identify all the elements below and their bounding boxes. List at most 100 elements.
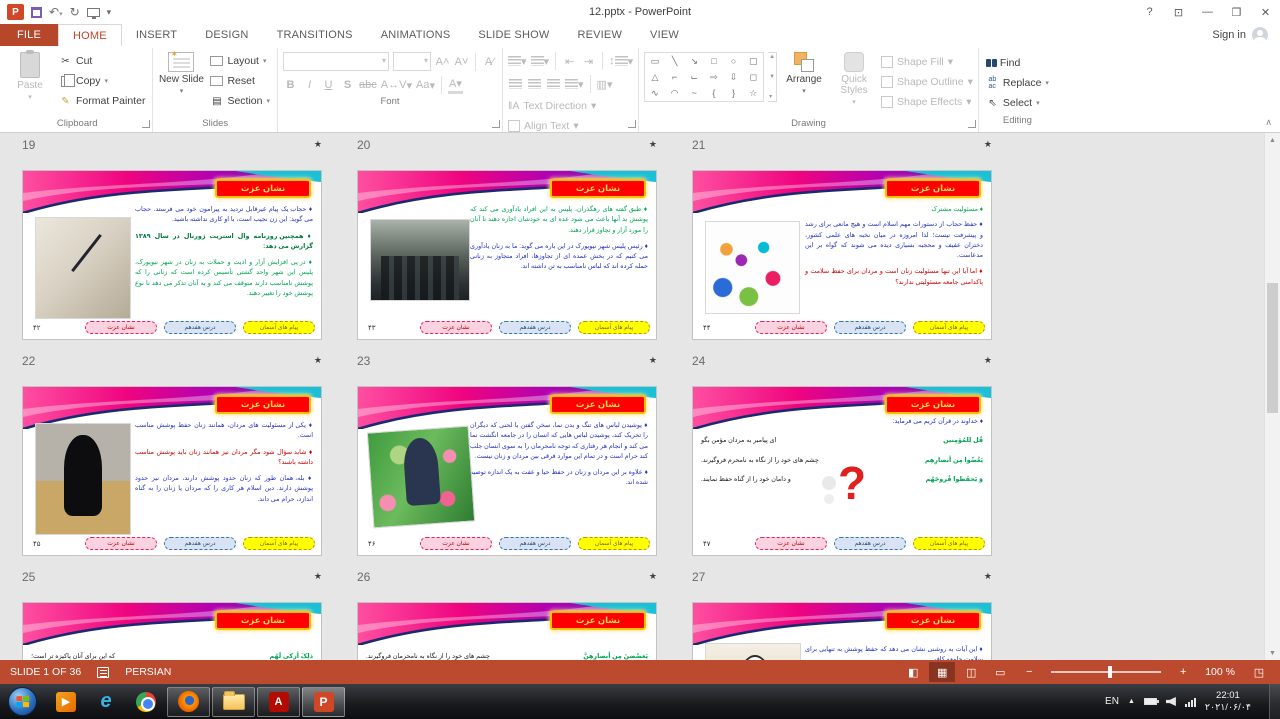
clock[interactable]: 22:01 ۲۰۲۱/۰۶/۰۴ [1205,690,1251,714]
slide-thumbnail-22[interactable]: نشان عزت یکی از مسئولیت های مردان، همانن… [22,386,322,556]
new-slide-button[interactable]: New Slide▾ [158,49,204,111]
tab-view[interactable]: VIEW [636,24,693,46]
tab-review[interactable]: REVIEW [563,24,636,46]
slide-thumbnail-27[interactable]: نشان عزت این آیات به روشنی نشان می دهد ک… [692,602,992,660]
tray-language[interactable]: EN [1105,696,1119,707]
nav-button-dars[interactable]: درس هفدهم [834,321,906,334]
ribbon-display-options-button[interactable]: ⊡ [1164,1,1193,23]
taskbar-media-player[interactable]: ▶ [46,687,86,717]
vertical-scrollbar[interactable]: ▲ ▼ [1264,133,1280,660]
undo-icon[interactable]: ↶▾ [49,6,63,18]
nav-button-dars[interactable]: درس هفدهم [499,537,571,550]
restore-button[interactable]: ❐ [1222,1,1251,23]
taskbar-powerpoint[interactable]: P [302,687,345,717]
section-button[interactable]: ▤Section▾ [208,91,272,111]
help-button[interactable]: ? [1135,1,1164,23]
font-dialog-launcher[interactable] [492,120,500,128]
nav-button-neshan-ezzat[interactable]: نشان عزت [420,321,492,334]
reset-button[interactable]: Reset [208,71,272,91]
nav-button-neshan-ezzat[interactable]: نشان عزت [755,537,827,550]
tab-slideshow[interactable]: SLIDE SHOW [464,24,563,46]
shapes-gallery-scroll[interactable]: ▲▼▾ [768,52,777,102]
taskbar-firefox[interactable] [167,687,210,717]
taskbar-internet-explorer[interactable]: e [86,687,126,717]
powerpoint-logo-icon[interactable]: P [7,4,24,20]
taskbar-acrobat[interactable]: A [257,687,300,717]
start-button[interactable] [8,687,37,716]
nav-button-payamha-asman[interactable]: پیام های آسمان [578,537,650,550]
taskbar-file-explorer[interactable] [212,687,255,717]
reading-view-button[interactable]: ◫ [958,662,984,682]
nav-button-payamha-asman[interactable]: پیام های آسمان [913,537,985,550]
speaker-icon[interactable] [1166,697,1176,706]
slide-cell-21[interactable]: 21 ★ نشان عزت مسئولیت مشترک حفظ حجاب از … [692,137,992,340]
nav-button-dars[interactable]: درس هفدهم [834,537,906,550]
close-button[interactable]: ✕ [1251,1,1280,23]
zoom-slider-handle[interactable] [1108,666,1112,678]
nav-button-payamha-asman[interactable]: پیام های آسمان [243,321,315,334]
tab-file[interactable]: FILE [0,24,58,46]
save-icon[interactable] [31,7,42,18]
fit-to-window-button[interactable]: ◳ [1246,662,1272,682]
drawing-dialog-launcher[interactable] [968,120,976,128]
scroll-down-arrow[interactable]: ▼ [1269,646,1276,660]
paragraph-dialog-launcher[interactable] [628,120,636,128]
nav-button-dars[interactable]: درس هفدهم [164,321,236,334]
nav-button-payamha-asman[interactable]: پیام های آسمان [243,537,315,550]
nav-button-dars[interactable]: درس هفدهم [499,321,571,334]
redo-icon[interactable]: ↻ [70,6,80,18]
start-slideshow-icon[interactable] [87,8,100,17]
find-button[interactable]: Find [984,53,1051,73]
zoom-in-button[interactable]: + [1170,662,1196,682]
scroll-up-arrow[interactable]: ▲ [1269,133,1276,147]
slide-sorter-view-button[interactable]: ▦ [929,662,955,682]
nav-button-dars[interactable]: درس هفدهم [164,537,236,550]
replace-button[interactable]: abacReplace▾ [984,73,1051,93]
slide-cell-19[interactable]: 19 ★ نشان عزت حجاب یک پیام غیرقابل تردید… [22,137,322,340]
slide-cell-25[interactable]: 25 ★ نشان عزت ذلِکَ أزکی لَهُمکه این برا… [22,569,322,660]
scrollbar-thumb[interactable] [1267,283,1278,413]
spellcheck-icon[interactable] [97,667,109,678]
tab-transitions[interactable]: TRANSITIONS [263,24,367,46]
normal-view-button[interactable]: ◧ [900,662,926,682]
tab-design[interactable]: DESIGN [191,24,262,46]
slide-thumbnail-23[interactable]: نشان عزت پوشیدن لباس های تنگ و بدن نما، … [357,386,657,556]
slide-cell-26[interactable]: 26 ★ نشان عزت یَغضُضنَ مِن أبصارِهِنَّچش… [357,569,657,660]
nav-button-neshan-ezzat[interactable]: نشان عزت [85,537,157,550]
zoom-level[interactable]: 100 % [1205,666,1235,678]
shapes-gallery[interactable]: ▭╲↘□○▢ △⌐⌙⇨⇩◻ ∿◠~{}☆ [644,52,764,102]
slide-thumbnail-20[interactable]: نشان عزت طبق گفته های رهگذران، پلیس به ا… [357,170,657,340]
slide-cell-24[interactable]: 24 ★ نشان عزت خداوند در قرآن کریم می فرم… [692,353,992,556]
customize-qat-icon[interactable]: ▾ [107,8,112,17]
tab-insert[interactable]: INSERT [122,24,191,46]
copy-button[interactable]: Copy▾ [57,71,147,91]
battery-icon[interactable] [1144,698,1157,705]
slide-cell-20[interactable]: 20 ★ نشان عزت طبق گفته های رهگذران، پلیس… [357,137,657,340]
slide-thumbnail-24[interactable]: نشان عزت خداوند در قرآن کریم می فرماید: … [692,386,992,556]
hidden-icons-arrow[interactable]: ▲ [1128,698,1135,705]
select-button[interactable]: ⇖Select▾ [984,93,1051,113]
zoom-slider[interactable] [1051,671,1161,673]
collapse-ribbon-button[interactable]: ∧ [1265,117,1272,128]
nav-button-payamha-asman[interactable]: پیام های آسمان [578,321,650,334]
nav-button-neshan-ezzat[interactable]: نشان عزت [755,321,827,334]
network-signal-icon[interactable] [1185,697,1196,707]
slide-thumbnail-21[interactable]: نشان عزت مسئولیت مشترک حفظ حجاب از دستور… [692,170,992,340]
slideshow-view-button[interactable]: ▭ [987,662,1013,682]
layout-button[interactable]: Layout▾ [208,51,272,71]
sign-in[interactable]: Sign in [1212,24,1280,46]
slide-cell-23[interactable]: 23 ★ نشان عزت پوشیدن لباس های تنگ و بدن … [357,353,657,556]
slide-thumbnail-19[interactable]: نشان عزت حجاب یک پیام غیرقابل تردید به پ… [22,170,322,340]
slide-thumbnail-25[interactable]: نشان عزت ذلِکَ أزکی لَهُمکه این برای آنا… [22,602,322,660]
format-painter-button[interactable]: ✎Format Painter [57,91,147,111]
slide-cell-27[interactable]: 27 ★ نشان عزت این آیات به روشنی نشان می … [692,569,992,660]
zoom-out-button[interactable]: − [1016,662,1042,682]
minimize-button[interactable]: — [1193,1,1222,23]
language-indicator[interactable]: PERSIAN [125,666,171,678]
tab-animations[interactable]: ANIMATIONS [367,24,465,46]
cut-button[interactable]: ✂Cut [57,51,147,71]
nav-button-neshan-ezzat[interactable]: نشان عزت [85,321,157,334]
nav-button-payamha-asman[interactable]: پیام های آسمان [913,321,985,334]
tab-home[interactable]: HOME [58,24,122,46]
clipboard-dialog-launcher[interactable] [142,120,150,128]
